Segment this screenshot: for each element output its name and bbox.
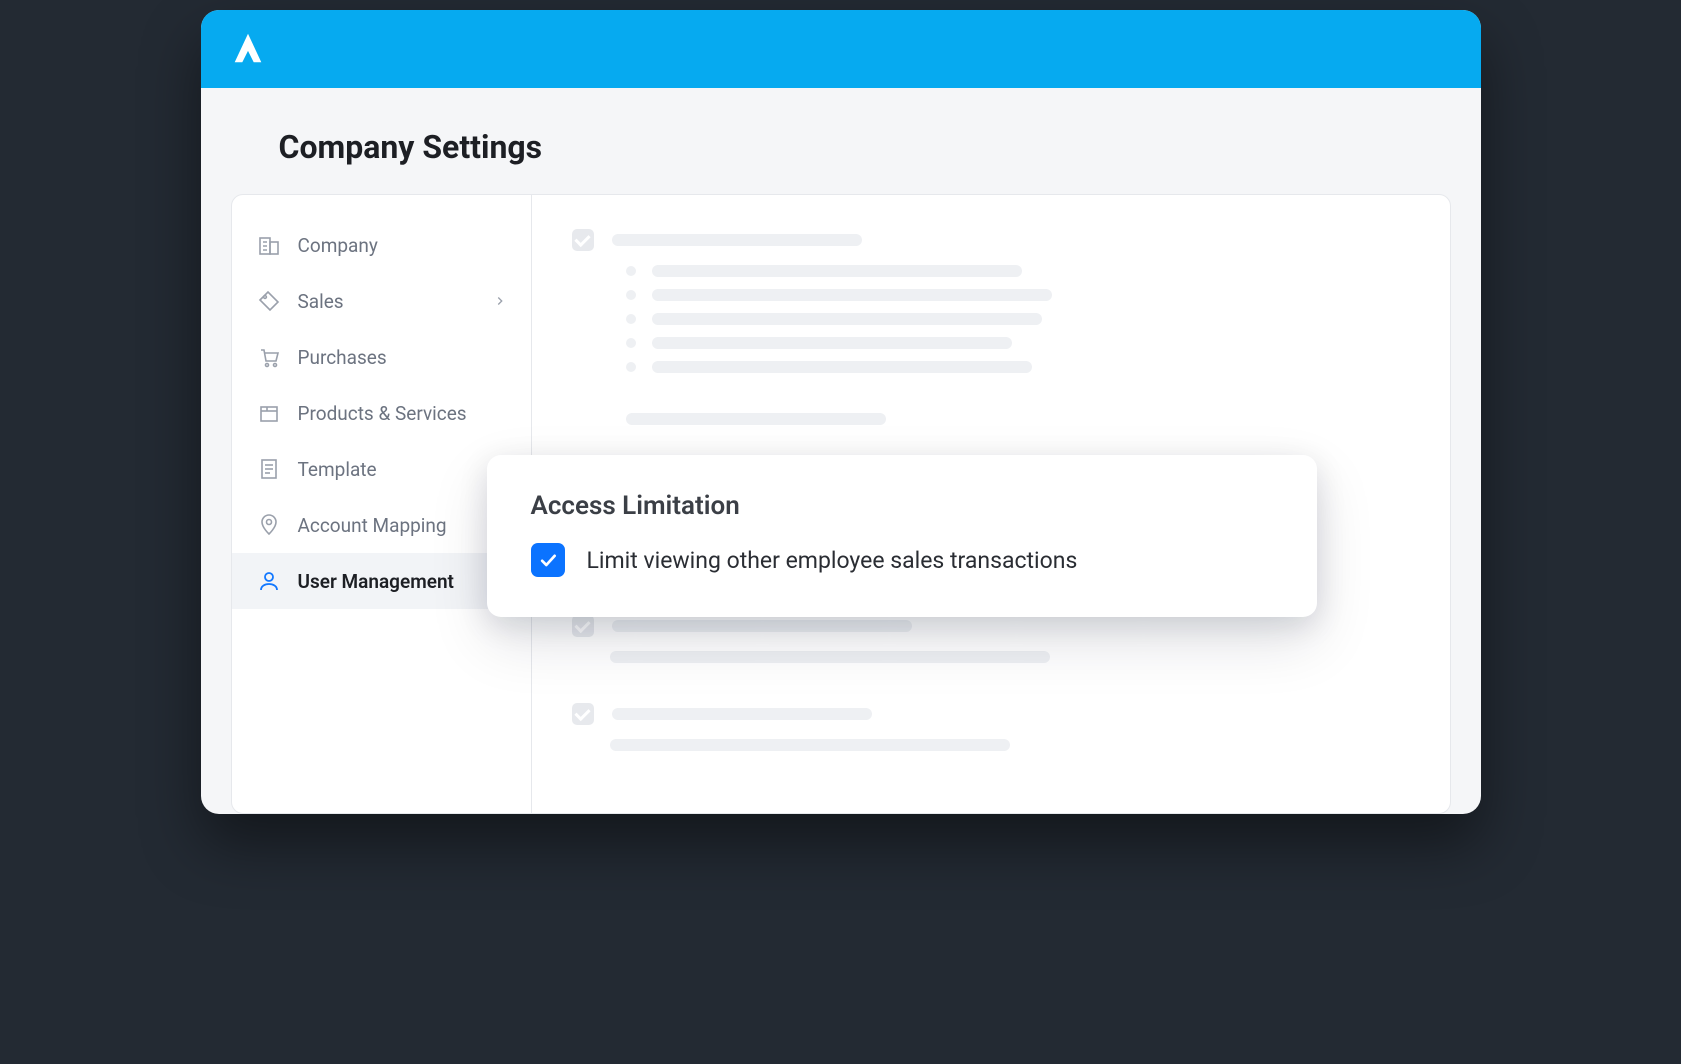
sidebar-item-purchases[interactable]: Purchases	[232, 329, 531, 385]
access-limitation-popover: Access Limitation Limit viewing other em…	[487, 455, 1317, 617]
sidebar-item-account-mapping[interactable]: Account Mapping	[232, 497, 531, 553]
skeleton-row	[572, 703, 1410, 725]
skeleton-dot-icon	[626, 314, 636, 324]
sidebar-item-label: Company	[298, 234, 378, 257]
page-title: Company Settings	[279, 128, 1451, 166]
app-window: Company Settings Company	[201, 10, 1481, 814]
skeleton-line	[626, 413, 886, 425]
topbar	[201, 10, 1481, 88]
skeleton-dot-icon	[626, 338, 636, 348]
box-icon	[256, 401, 282, 425]
skeleton-checkbox-icon	[572, 229, 594, 251]
settings-panel: Company Sales	[231, 194, 1451, 814]
sidebar-item-label: Template	[298, 458, 377, 481]
sidebar-item-label: Purchases	[298, 346, 387, 369]
sidebar-item-label: Account Mapping	[298, 514, 447, 537]
skeleton-dot-icon	[626, 362, 636, 372]
skeleton-row	[572, 229, 1410, 251]
sidebar-item-sales[interactable]: Sales	[232, 273, 531, 329]
brand-logo-icon	[229, 30, 267, 68]
skeleton-line	[652, 361, 1032, 373]
skeleton-line	[652, 265, 1022, 277]
map-pin-icon	[256, 513, 282, 537]
skeleton-dot-icon	[626, 290, 636, 300]
sidebar-item-label: Sales	[298, 290, 344, 313]
cart-icon	[256, 345, 282, 369]
skeleton-subrow	[626, 289, 1410, 301]
skeleton-line	[612, 708, 872, 720]
chevron-right-icon	[493, 290, 507, 313]
sidebar-item-company[interactable]: Company	[232, 217, 531, 273]
popover-title: Access Limitation	[531, 491, 1273, 521]
skeleton-line	[610, 739, 1010, 751]
skeleton-line	[652, 289, 1052, 301]
skeleton-checkbox-icon	[572, 615, 594, 637]
skeleton-line	[652, 337, 1012, 349]
sidebar-item-template[interactable]: Template	[232, 441, 531, 497]
skeleton-line	[612, 620, 912, 632]
tag-icon	[256, 289, 282, 313]
skeleton-subrow	[626, 313, 1410, 325]
sidebar-item-label: User Management	[298, 570, 454, 593]
skeleton-subrow	[626, 265, 1410, 277]
skeleton-line	[612, 234, 862, 246]
user-icon	[256, 569, 282, 593]
settings-content: Access Limitation Limit viewing other em…	[532, 195, 1450, 813]
skeleton-row	[572, 615, 1410, 637]
checkbox-label: Limit viewing other employee sales trans…	[587, 547, 1078, 574]
sidebar-item-user-management[interactable]: User Management	[232, 553, 531, 609]
checkbox-checked-icon[interactable]	[531, 543, 565, 577]
skeleton-line	[610, 651, 1050, 663]
skeleton-subrow	[626, 361, 1410, 373]
skeleton-subrow	[626, 337, 1410, 349]
page-body: Company Settings Company	[201, 88, 1481, 814]
sidebar-item-products-services[interactable]: Products & Services	[232, 385, 531, 441]
skeleton-dot-icon	[626, 266, 636, 276]
sidebar-item-label: Products & Services	[298, 402, 467, 425]
document-icon	[256, 457, 282, 481]
limit-viewing-option[interactable]: Limit viewing other employee sales trans…	[531, 543, 1273, 577]
skeleton-checkbox-icon	[572, 703, 594, 725]
building-icon	[256, 233, 282, 257]
skeleton-line	[652, 313, 1042, 325]
